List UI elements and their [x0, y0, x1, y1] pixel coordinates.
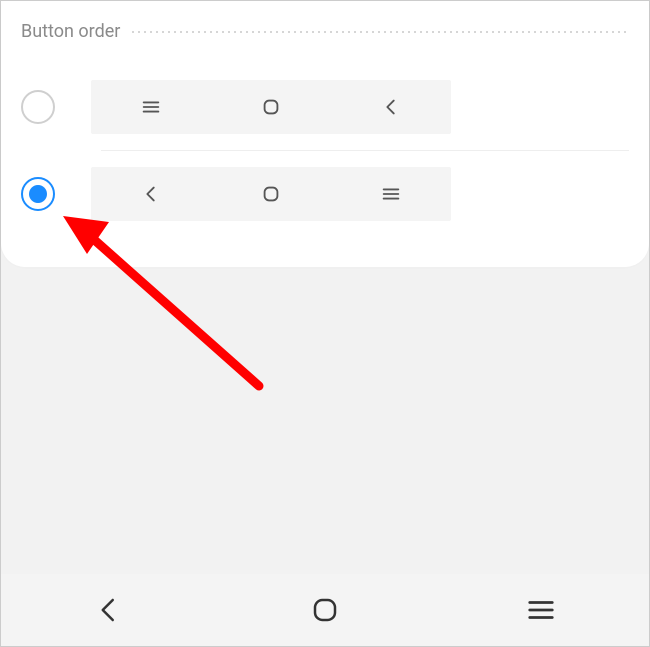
button-order-card: Button order: [1, 1, 649, 267]
nav-recents-button[interactable]: [526, 595, 556, 625]
recents-icon: [140, 96, 162, 118]
nav-home-button[interactable]: [310, 595, 340, 625]
header-dotted-line: [130, 31, 629, 33]
system-navigation-bar: [1, 574, 649, 646]
section-header: Button order: [21, 21, 629, 42]
back-icon: [140, 183, 162, 205]
nav-preview-option-1: [91, 80, 451, 134]
nav-back-button[interactable]: [94, 595, 124, 625]
nav-preview-option-2: [91, 167, 451, 221]
back-icon: [380, 96, 402, 118]
radio-option-2[interactable]: [21, 177, 55, 211]
button-order-option-2[interactable]: [21, 151, 629, 237]
radio-option-1[interactable]: [21, 90, 55, 124]
recents-icon: [380, 183, 402, 205]
section-title: Button order: [21, 21, 120, 42]
home-icon: [260, 183, 282, 205]
home-icon: [260, 96, 282, 118]
button-order-option-1[interactable]: [21, 64, 629, 150]
